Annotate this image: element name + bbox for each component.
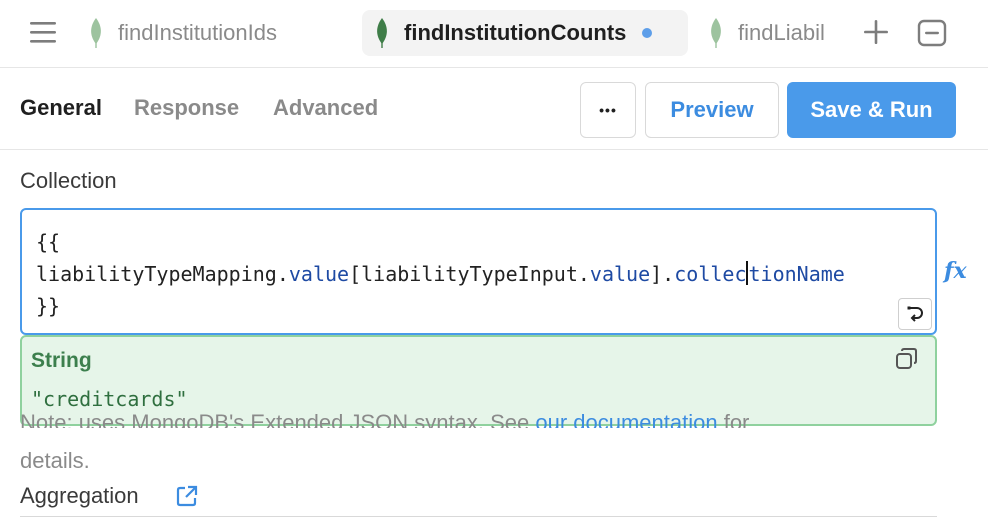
code-line: liabilityTypeMapping.value[liabilityType… — [36, 261, 845, 286]
note-details-text: details. — [20, 448, 90, 473]
subtab-general[interactable]: General — [20, 95, 102, 121]
tab-find-institution-ids[interactable]: findInstitutionIds — [88, 10, 277, 56]
mongodb-leaf-icon — [91, 18, 101, 48]
tab-label: findInstitutionCounts — [404, 20, 627, 45]
collection-code-editor[interactable]: {{ liabilityTypeMapping.value[liabilityT… — [20, 208, 937, 335]
subtab-response[interactable]: Response — [134, 95, 239, 121]
refresh-icon — [907, 306, 923, 322]
subtab-advanced[interactable]: Advanced — [273, 95, 378, 121]
more-options-button[interactable]: ••• — [580, 82, 636, 138]
extended-json-note: Note: uses MongoDB's Extended JSON synta… — [20, 408, 920, 428]
code-line: }} — [36, 294, 61, 318]
collection-label: Collection — [20, 168, 117, 193]
hamburger-menu-icon[interactable] — [30, 20, 56, 44]
tab-label: findLiabil — [738, 20, 825, 45]
collapse-panel-icon[interactable] — [917, 18, 947, 48]
documentation-link[interactable]: our documentation — [535, 410, 717, 428]
add-query-plus-icon[interactable] — [862, 18, 890, 46]
preview-button[interactable]: Preview — [645, 82, 779, 138]
mongodb-leaf-icon — [377, 18, 387, 48]
evaluated-type: String — [31, 349, 92, 372]
tab-find-liabil[interactable]: findLiabil — [708, 10, 848, 56]
unsaved-indicator-dot — [642, 28, 653, 38]
copy-icon[interactable] — [895, 347, 919, 371]
more-options-icon: ••• — [599, 102, 617, 118]
aggregation-editor-edge — [20, 516, 937, 520]
mongodb-leaf-icon — [711, 18, 721, 48]
tab-label: findInstitutionIds — [118, 20, 277, 45]
code-line: {{ — [36, 230, 61, 254]
fx-function-icon[interactable]: fx — [944, 258, 967, 284]
save-and-run-button[interactable]: Save & Run — [787, 82, 956, 138]
query-tab-bar: findInstitutionIds findInstitutionCounts… — [0, 0, 988, 68]
aggregation-label: Aggregation — [20, 483, 139, 508]
header-divider — [0, 149, 988, 150]
external-link-icon[interactable] — [175, 484, 199, 508]
tab-find-institution-counts[interactable]: findInstitutionCounts — [362, 10, 688, 56]
refresh-toggle-button[interactable] — [898, 298, 932, 330]
